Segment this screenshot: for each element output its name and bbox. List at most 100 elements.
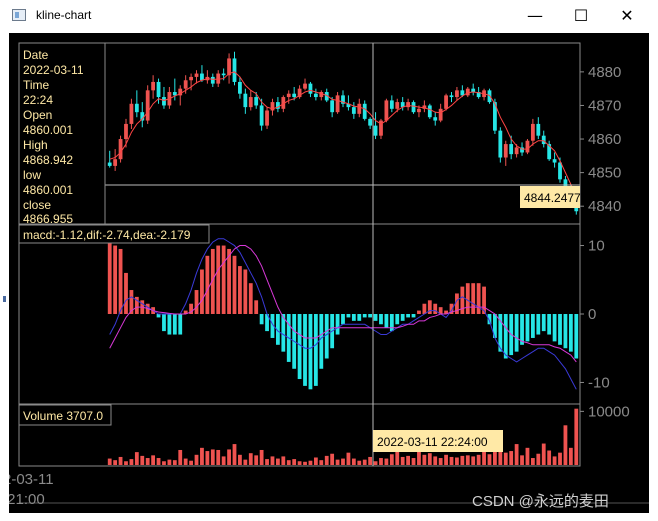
- candle-body: [151, 81, 156, 91]
- volume-bar: [232, 444, 237, 465]
- volume-bar: [227, 449, 231, 465]
- app-window: kline-chart — ☐ ✕ 4840 4850 4860 4870 4880 -…: [0, 0, 658, 521]
- info-open-label: Open: [23, 108, 52, 122]
- candle-body: [113, 159, 118, 166]
- volume-bar: [514, 444, 519, 465]
- candle-body: [417, 108, 421, 113]
- volume-bar: [292, 459, 297, 465]
- macd-bar: [503, 314, 508, 359]
- candle-body: [536, 123, 541, 136]
- macd-bar: [476, 283, 481, 314]
- price-axis: 4840 4850 4860 4870 4880: [580, 64, 621, 215]
- candle-body: [210, 76, 215, 84]
- candles-group: [107, 51, 579, 215]
- candle-body: [509, 144, 514, 155]
- info-high-label: High: [23, 138, 48, 152]
- macd-tick-label: -10: [588, 374, 610, 391]
- candle-body: [444, 95, 448, 109]
- macd-bar: [118, 248, 123, 314]
- candle-body: [303, 83, 307, 89]
- candle-body: [552, 159, 557, 163]
- macd-bar: [232, 255, 237, 314]
- price-tick-label: 4880: [588, 64, 621, 81]
- volume-bar: [520, 455, 524, 465]
- chart-area[interactable]: 4840 4850 4860 4870 4880 -10 0 10 10000 Date 2…: [9, 33, 649, 513]
- price-tick-label: 4860: [588, 131, 621, 148]
- volume-bar: [270, 456, 275, 465]
- info-open-value: 4860.001: [23, 123, 73, 137]
- title-bar[interactable]: kline-chart — ☐ ✕: [0, 0, 658, 32]
- volume-bar: [107, 458, 112, 465]
- volume-bar: [384, 458, 389, 465]
- volume-bar: [178, 449, 183, 465]
- candle-body: [286, 93, 291, 98]
- volume-bar: [118, 456, 123, 465]
- volume-bar: [389, 454, 394, 465]
- candle-body: [368, 118, 373, 126]
- volume-bar: [313, 457, 318, 465]
- macd-bar: [384, 314, 389, 328]
- crosshair-price-label: 4844.2477: [524, 191, 581, 205]
- candle-body: [330, 100, 335, 113]
- candle-body: [134, 103, 139, 113]
- volume-bar: [216, 449, 221, 465]
- volume-axis: 10000: [580, 403, 630, 420]
- macd-bar: [303, 314, 307, 386]
- volume-bar: [482, 451, 486, 465]
- candle-body: [118, 139, 123, 160]
- info-close-value: 4866.955: [23, 212, 73, 226]
- candle-body: [259, 105, 264, 126]
- info-time-label: Time: [23, 78, 50, 92]
- candle-body: [200, 73, 204, 81]
- candle-body: [313, 93, 318, 98]
- maximize-button[interactable]: ☐: [558, 0, 604, 32]
- close-button[interactable]: ✕: [604, 0, 650, 32]
- window-title: kline-chart: [36, 8, 92, 22]
- chart-svg[interactable]: 4840 4850 4860 4870 4880 -10 0 10 10000 Date 2…: [9, 33, 649, 513]
- volume-bar: [172, 460, 177, 465]
- volume-legend: Volume 3707.0: [23, 409, 103, 423]
- candle-body: [124, 123, 128, 140]
- candle-body: [525, 140, 530, 153]
- info-high-value: 4868.942: [23, 153, 73, 167]
- volume-bar: [145, 458, 150, 465]
- candle-body: [265, 110, 269, 126]
- macd-bar: [341, 314, 345, 325]
- volume-bar: [265, 459, 269, 465]
- macd-bar: [259, 314, 264, 325]
- candle-body: [162, 97, 166, 106]
- volume-bar: [151, 455, 156, 465]
- candle-body: [357, 103, 362, 114]
- macd-bar: [254, 300, 259, 314]
- macd-bar: [200, 269, 204, 314]
- volume-bar: [221, 456, 226, 465]
- macd-bar: [172, 314, 177, 335]
- volume-bar: [563, 425, 568, 465]
- volume-bar: [455, 457, 459, 465]
- candle-body: [389, 100, 394, 109]
- price-tick-label: 4870: [588, 97, 621, 114]
- crosshair-time-label: 2022-03-11 22:24:00: [377, 435, 488, 449]
- minimize-button[interactable]: —: [512, 0, 558, 32]
- macd-bar: [227, 248, 231, 314]
- macd-bar: [248, 283, 253, 314]
- volume-bar: [530, 458, 535, 465]
- candle-body: [156, 81, 161, 98]
- info-close-label: close: [23, 198, 51, 212]
- volume-bar: [568, 447, 573, 465]
- candle-body: [221, 73, 226, 76]
- volume-bar: [460, 455, 465, 465]
- candle-body: [183, 80, 188, 89]
- time-axis-date: 2-03-11: [9, 471, 54, 488]
- macd-bar: [335, 314, 340, 335]
- macd-bar: [373, 314, 378, 321]
- volume-bar: [335, 459, 340, 465]
- macd-bar: [362, 314, 367, 318]
- macd-bar: [313, 314, 318, 386]
- volume-bar: [438, 458, 443, 465]
- volume-bar: [134, 452, 139, 465]
- volume-bar: [297, 461, 302, 465]
- volume-bar: [341, 458, 345, 465]
- volume-bar: [303, 461, 307, 465]
- volume-bar: [509, 451, 514, 465]
